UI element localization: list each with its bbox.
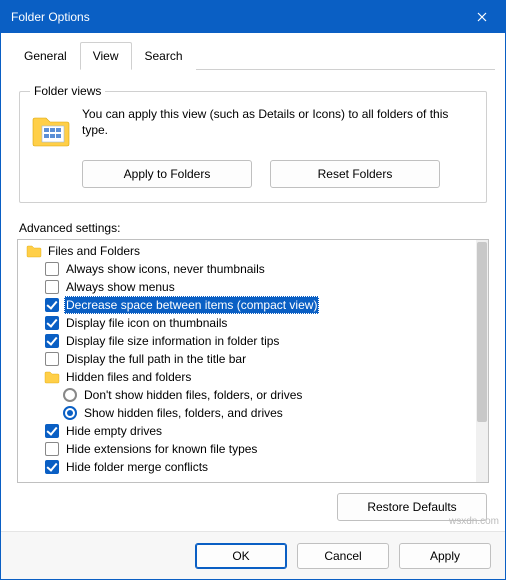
tree-root-label: Files and Folders	[46, 242, 142, 260]
apply-to-folders-button[interactable]: Apply to Folders	[82, 160, 252, 188]
tree-inner: Files and Folders Always show icons, nev…	[18, 240, 476, 482]
tree-item-label: Hide empty drives	[64, 422, 164, 440]
checkbox-icon[interactable]	[44, 333, 60, 349]
tree-item[interactable]: Don't show hidden files, folders, or dri…	[58, 386, 472, 404]
tree-item[interactable]: Hide extensions for known file types	[40, 440, 472, 458]
checkbox-icon[interactable]	[44, 297, 60, 313]
tab-panel-view: Folder views You can apply this view (su…	[11, 70, 495, 531]
tree-item[interactable]: Hide empty drives	[40, 422, 472, 440]
checkbox-icon[interactable]	[44, 315, 60, 331]
restore-defaults-button[interactable]: Restore Defaults	[337, 493, 487, 521]
radio-icon[interactable]	[62, 387, 78, 403]
tree-item-label: Always show menus	[64, 278, 177, 296]
tree-item[interactable]: Display file icon on thumbnails	[40, 314, 472, 332]
cancel-button[interactable]: Cancel	[297, 543, 389, 569]
tree-item[interactable]: Show hidden files, folders, and drives	[58, 404, 472, 422]
tree-item-label: Always show icons, never thumbnails	[64, 260, 267, 278]
tree-item[interactable]: Always show menus	[40, 278, 472, 296]
window-title: Folder Options	[11, 10, 459, 24]
tree-folder-root[interactable]: Files and Folders	[22, 242, 472, 260]
checkbox-icon[interactable]	[44, 441, 60, 457]
tree-item-label: Decrease space between items (compact vi…	[64, 296, 319, 314]
tree-item[interactable]: Always show icons, never thumbnails	[40, 260, 472, 278]
tree-item-label: Hide folder merge conflicts	[64, 458, 210, 476]
tab-search[interactable]: Search	[132, 42, 196, 70]
folder-views-legend: Folder views	[30, 84, 105, 98]
dialog-footer: OK Cancel Apply	[1, 531, 505, 579]
tree-item-label: Display the full path in the title bar	[64, 350, 248, 368]
tree-subfolder[interactable]: Hidden files and folders	[40, 368, 472, 386]
scrollbar-thumb[interactable]	[477, 242, 487, 422]
tree-item-label: Show hidden files, folders, and drives	[82, 404, 285, 422]
tree-item-label: Display file size information in folder …	[64, 332, 281, 350]
restore-row: Restore Defaults	[17, 483, 489, 525]
radio-icon[interactable]	[62, 405, 78, 421]
tree-subfolder-label: Hidden files and folders	[64, 368, 193, 386]
ok-button[interactable]: OK	[195, 543, 287, 569]
tree-item[interactable]: Hide folder merge conflicts	[40, 458, 472, 476]
apply-button[interactable]: Apply	[399, 543, 491, 569]
tree-item-label: Display file icon on thumbnails	[64, 314, 229, 332]
folder-options-window: Folder Options General View Search Folde…	[0, 0, 506, 580]
checkbox-icon[interactable]	[44, 459, 60, 475]
tab-strip: General View Search	[11, 41, 495, 70]
tree-item-label: Hide extensions for known file types	[64, 440, 259, 458]
folder-small-icon	[44, 369, 60, 385]
tree-item[interactable]: Decrease space between items (compact vi…	[40, 296, 472, 314]
checkbox-icon[interactable]	[44, 423, 60, 439]
folder-views-buttons: Apply to Folders Reset Folders	[82, 160, 476, 188]
advanced-settings-tree[interactable]: Files and Folders Always show icons, nev…	[17, 239, 489, 483]
folder-small-icon	[26, 243, 42, 259]
tree-item-label: Don't show hidden files, folders, or dri…	[82, 386, 304, 404]
checkbox-icon[interactable]	[44, 261, 60, 277]
tab-general[interactable]: General	[11, 42, 80, 70]
tree-item[interactable]: Display the full path in the title bar	[40, 350, 472, 368]
folder-views-group: Folder views You can apply this view (su…	[19, 84, 487, 203]
tree-item[interactable]: Display file size information in folder …	[40, 332, 472, 350]
scrollbar[interactable]	[476, 240, 488, 482]
tab-view[interactable]: View	[80, 42, 132, 70]
titlebar: Folder Options	[1, 1, 505, 33]
close-button[interactable]	[459, 1, 505, 33]
reset-folders-button[interactable]: Reset Folders	[270, 160, 440, 188]
folder-icon	[30, 108, 72, 150]
checkbox-icon[interactable]	[44, 279, 60, 295]
content-area: General View Search Folder views Y	[1, 33, 505, 531]
checkbox-icon[interactable]	[44, 351, 60, 367]
folder-views-desc: You can apply this view (such as Details…	[82, 106, 476, 150]
advanced-settings-label: Advanced settings:	[19, 221, 487, 235]
folder-views-row: You can apply this view (such as Details…	[30, 106, 476, 150]
close-icon	[477, 12, 487, 22]
